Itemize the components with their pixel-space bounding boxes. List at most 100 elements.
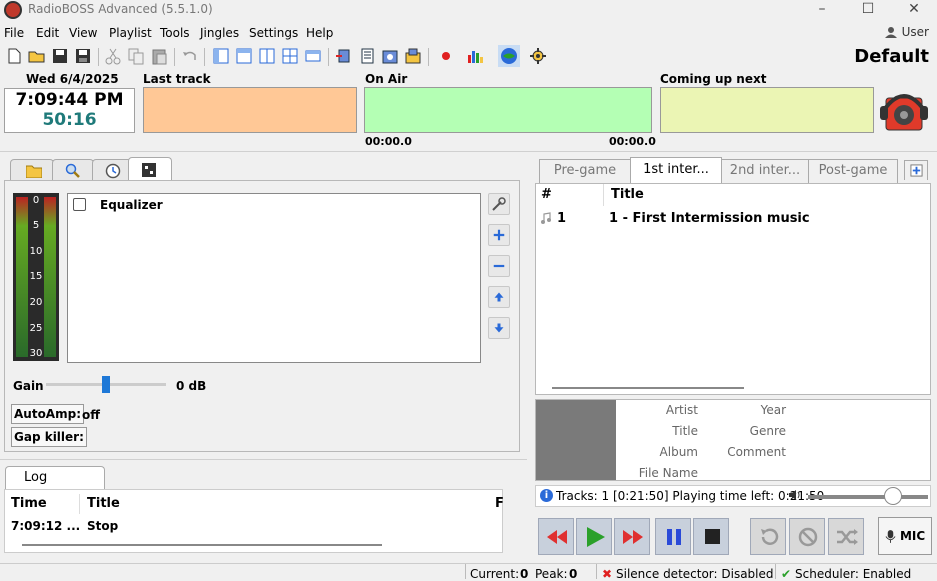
disable-button[interactable] (789, 518, 825, 555)
playlist-col-number[interactable]: # (541, 187, 552, 202)
layout5-icon[interactable] (304, 47, 322, 65)
clock-icon (105, 163, 121, 179)
volume-slider[interactable] (808, 495, 928, 499)
artist-label: Artist (665, 403, 698, 417)
vu-label: 25 (29, 323, 43, 334)
playlist-row-number[interactable]: 1 (557, 211, 566, 226)
vu-label: 0 (32, 195, 40, 206)
stats-icon[interactable] (466, 47, 484, 65)
tab-files[interactable] (10, 159, 54, 181)
save-icon[interactable] (51, 47, 69, 65)
volume-icon[interactable] (788, 488, 802, 502)
gain-slider-thumb[interactable] (102, 376, 110, 393)
paste-icon[interactable] (150, 47, 168, 65)
menu-tools[interactable]: Tools (160, 26, 190, 40)
insert-icon[interactable] (335, 47, 353, 65)
autoamp-button[interactable]: AutoAmp: (11, 404, 84, 424)
maximize-button[interactable]: ☐ (845, 0, 891, 22)
settings-icon[interactable] (529, 47, 547, 65)
repeat-button[interactable] (750, 518, 786, 555)
copy-icon[interactable] (127, 47, 145, 65)
effects-list[interactable] (67, 193, 481, 363)
pause-button[interactable] (655, 518, 691, 555)
undo-icon[interactable] (181, 47, 199, 65)
broadcast-icon[interactable] (498, 45, 520, 67)
playlist-status-text: Tracks: 1 [0:21:50] Playing time left: 0… (556, 489, 825, 503)
log-row-title[interactable]: Stop (87, 519, 118, 533)
record-icon[interactable] (437, 47, 455, 65)
menu-jingles[interactable]: Jingles (200, 26, 239, 40)
minimize-button[interactable]: – (799, 0, 845, 22)
playlist-gen-icon[interactable] (358, 47, 376, 65)
coming-next-box[interactable] (660, 87, 874, 133)
menu-playlist[interactable]: Playlist (109, 26, 152, 40)
last-track-label: Last track (143, 72, 211, 86)
speaker-icon[interactable] (878, 84, 930, 136)
add-playlist-tab-button[interactable] (904, 160, 928, 180)
gap-killer-button[interactable]: Gap killer: (11, 427, 87, 447)
log-col-title[interactable]: Title (87, 496, 120, 511)
tab-search[interactable] (52, 159, 94, 181)
shuffle-button[interactable] (828, 518, 864, 555)
music-note-icon (541, 212, 551, 224)
tab-log[interactable]: Log (5, 466, 105, 490)
pause-icon (667, 529, 681, 545)
mic-button[interactable]: MIC (878, 517, 932, 555)
add-effect-button[interactable] (488, 224, 510, 246)
menu-settings[interactable]: Settings (249, 26, 298, 40)
open-icon[interactable] (28, 47, 46, 65)
playlist-scrollbar[interactable] (552, 387, 744, 389)
vu-label: 5 (32, 220, 40, 231)
scheduler-icon[interactable] (381, 47, 399, 65)
remove-effect-button[interactable] (488, 255, 510, 277)
previous-button[interactable] (538, 518, 574, 555)
info-icon: i (540, 489, 553, 502)
tab-history[interactable] (92, 159, 132, 181)
column-divider (603, 184, 604, 206)
menu-file[interactable]: File (4, 26, 24, 40)
title-label: Title (672, 424, 698, 438)
vu-label: 20 (29, 297, 43, 308)
volume-slider-thumb[interactable] (884, 487, 902, 505)
layout3-icon[interactable] (258, 47, 276, 65)
next-button[interactable] (614, 518, 650, 555)
tab-post-game[interactable]: Post-game (808, 159, 898, 183)
layout1-icon[interactable] (212, 47, 230, 65)
log-scrollbar[interactable] (22, 544, 382, 546)
cut-icon[interactable] (104, 47, 122, 65)
toolbar-separator (204, 48, 205, 66)
layout2-icon[interactable] (235, 47, 253, 65)
log-col-time[interactable]: Time (11, 496, 47, 511)
user-label[interactable]: User (902, 25, 929, 39)
move-down-button[interactable] (488, 317, 510, 339)
new-icon[interactable] (5, 47, 23, 65)
tab-1st-intermission[interactable]: 1st inter... (630, 157, 722, 184)
move-up-button[interactable] (488, 286, 510, 308)
log-col-more[interactable]: F (495, 496, 504, 511)
coming-next-label: Coming up next (660, 72, 767, 86)
log-divider (0, 459, 527, 460)
tools-icon (492, 197, 506, 211)
playlist-col-title[interactable]: Title (611, 187, 644, 202)
countdown-timer: 50:16 (42, 110, 97, 130)
configure-effect-button[interactable] (488, 193, 510, 215)
last-track-box[interactable] (143, 87, 357, 133)
log-row-time[interactable]: 7:09:12 ... (11, 519, 80, 533)
playlist-row-title[interactable]: 1 - First Intermission music (609, 211, 810, 226)
stop-button[interactable] (693, 518, 729, 555)
tab-pre-game[interactable]: Pre-game (539, 159, 631, 183)
tab-2nd-intermission[interactable]: 2nd inter... (721, 159, 809, 183)
tab-effects[interactable] (128, 157, 172, 181)
menu-help[interactable]: Help (306, 26, 333, 40)
jingles-icon[interactable] (404, 47, 422, 65)
save-all-icon[interactable] (74, 47, 92, 65)
layout4-icon[interactable] (281, 47, 299, 65)
menu-view[interactable]: View (69, 26, 97, 40)
menu-edit[interactable]: Edit (36, 26, 59, 40)
stop-icon (705, 529, 720, 544)
on-air-box[interactable] (364, 87, 652, 133)
toolbar-separator (328, 48, 329, 66)
close-button[interactable]: ✕ (891, 0, 937, 22)
equalizer-checkbox[interactable] (73, 198, 86, 211)
play-button[interactable] (576, 518, 612, 555)
